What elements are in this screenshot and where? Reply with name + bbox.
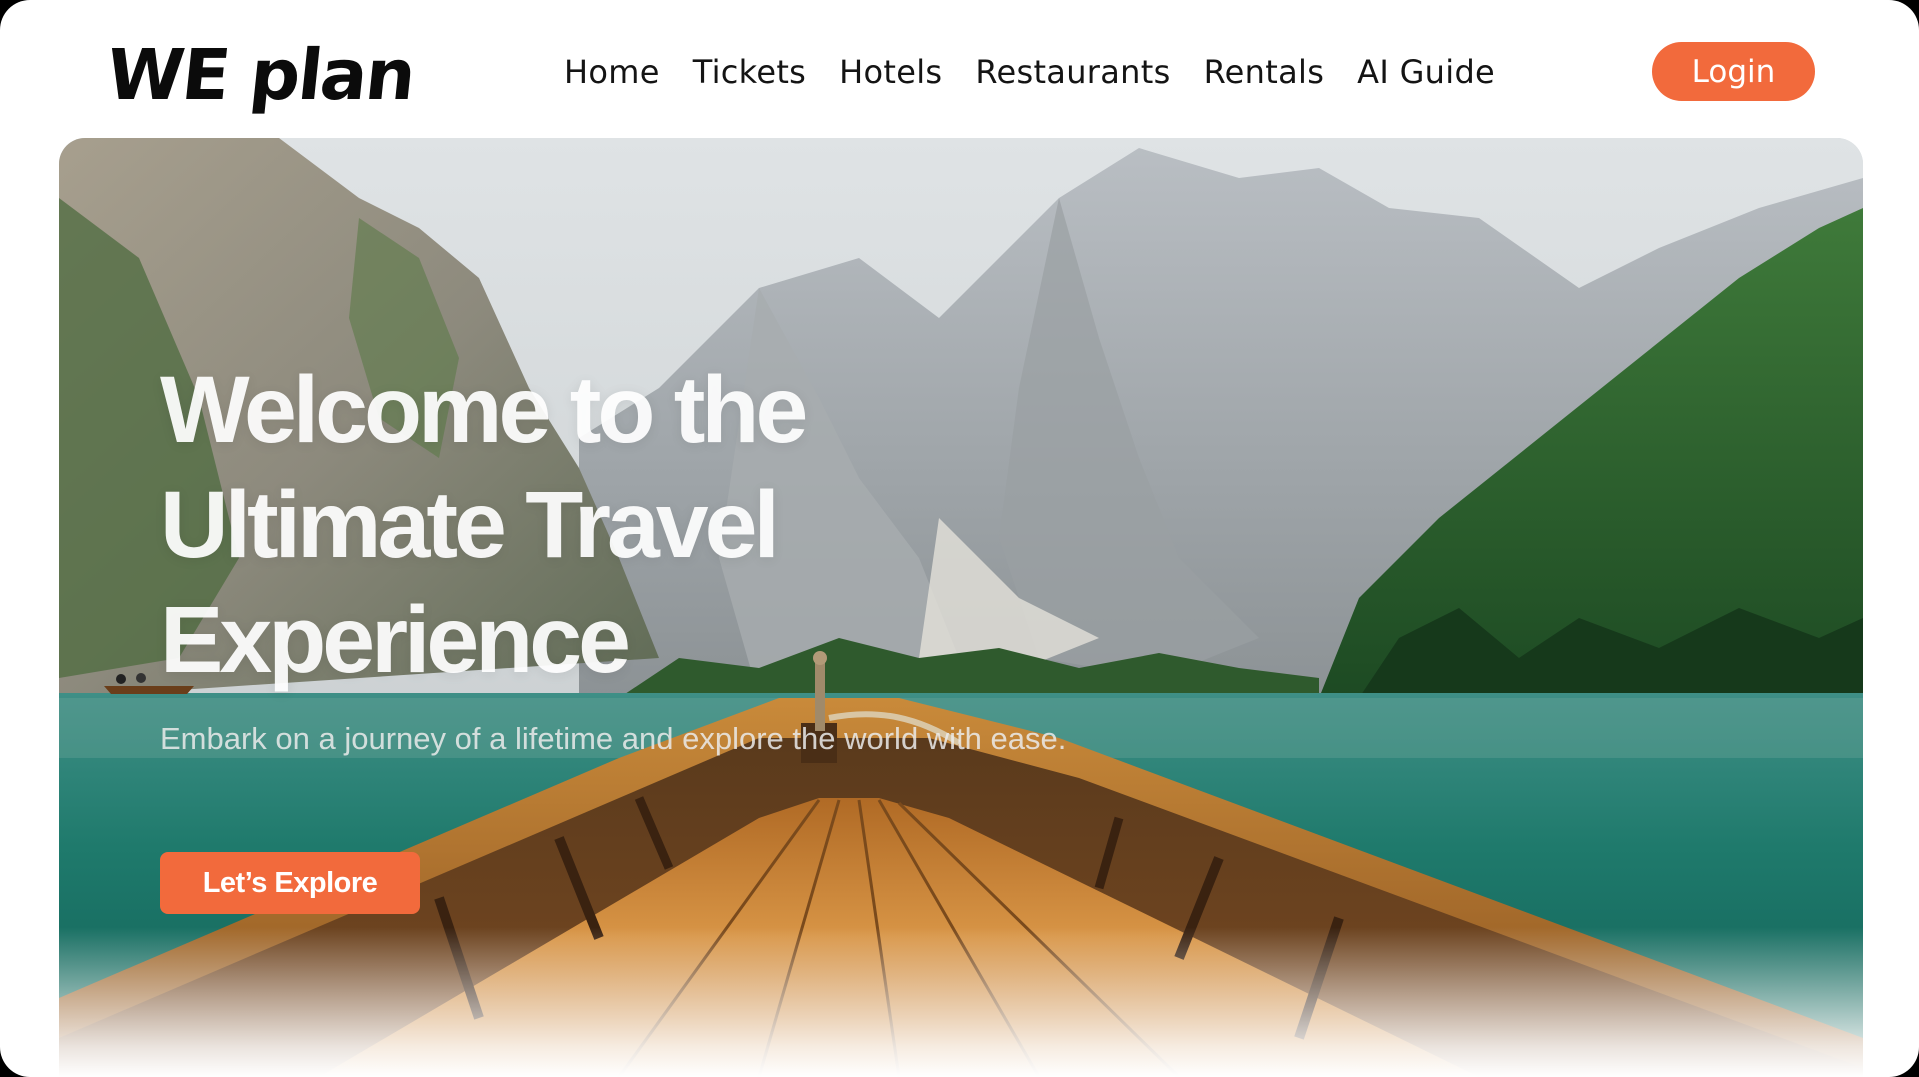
nav-item-restaurants[interactable]: Restaurants [975,53,1170,91]
app-window: WE plan Home Tickets Hotels Restaurants … [0,0,1919,1077]
hero-bottom-fade [59,927,1863,1077]
nav-item-rentals[interactable]: Rentals [1204,53,1325,91]
nav-item-ai-guide[interactable]: AI Guide [1357,53,1495,91]
nav-item-tickets[interactable]: Tickets [693,53,806,91]
nav-item-hotels[interactable]: Hotels [839,53,942,91]
nav-item-home[interactable]: Home [564,53,660,91]
hero-section: Welcome to the Ultimate Travel Experienc… [59,138,1863,1077]
hero-title: Welcome to the Ultimate Travel Experienc… [160,357,808,693]
site-header: WE plan Home Tickets Hotels Restaurants … [0,0,1919,138]
explore-button[interactable]: Let’s Explore [160,852,420,914]
logo[interactable]: WE plan [102,30,418,120]
login-button[interactable]: Login [1652,42,1815,101]
main-nav: Home Tickets Hotels Restaurants Rentals … [564,50,1495,94]
hero-subtitle: Embark on a journey of a lifetime and ex… [160,721,1067,756]
